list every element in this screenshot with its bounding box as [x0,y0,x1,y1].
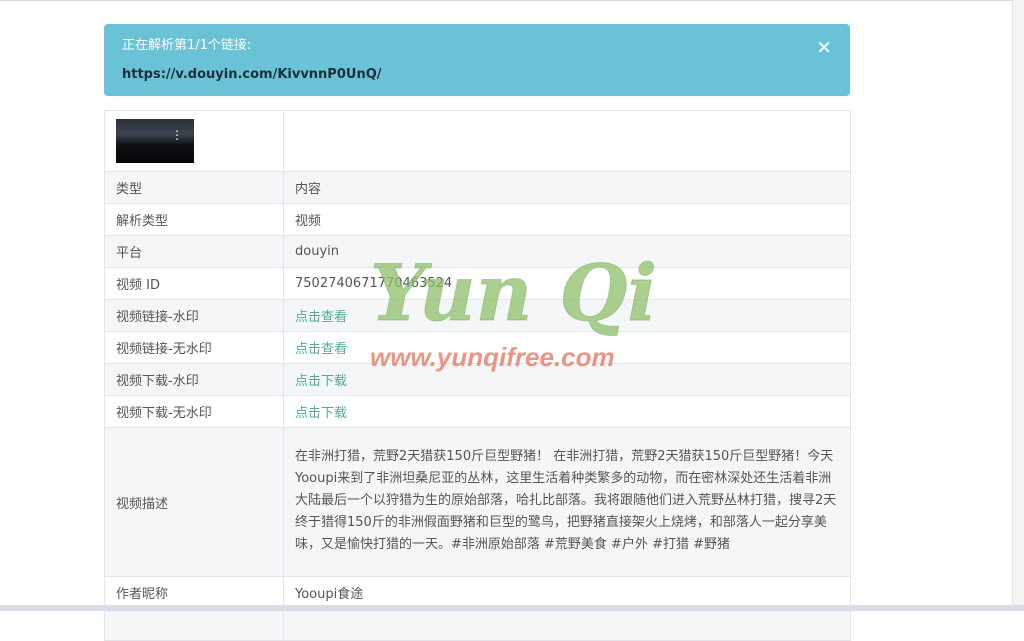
header-key: 类型 [104,171,284,204]
download-no-watermark-link[interactable]: 点击下载 [295,406,347,421]
row-key: 解析类型 [104,203,284,236]
view-no-watermark-link[interactable]: 点击查看 [295,342,347,357]
view-watermark-link[interactable]: 点击查看 [295,310,347,325]
row-value-empty [283,608,851,641]
table-row: 视频链接-无水印 点击查看 [104,331,851,364]
row-value: 点击下载 [283,363,851,396]
scrollbar-track[interactable] [1012,0,1024,611]
row-value: 视频 [283,203,851,236]
row-value: douyin [283,235,851,268]
row-key-empty [104,608,284,641]
row-value: Yooupi食途 [283,576,851,609]
top-rule [0,0,1024,1]
table-row: 解析类型 视频 [104,203,851,236]
table-row-partial [104,608,851,641]
alert-url: https://v.douyin.com/KivvnnP0UnQ/ [122,67,382,82]
bottom-strip [0,605,1024,611]
row-value: 7502740671770463524 [283,267,851,300]
table-header-row: 类型 内容 [104,171,851,204]
table-row: 平台 douyin [104,235,851,268]
parse-status-alert: 正在解析第1/1个链接: https://v.douyin.com/Kivvnn… [104,24,850,96]
video-description: 在非洲打猎，荒野2天猎获150斤巨型野猪！ 在非洲打猎，荒野2天猎获150斤巨型… [283,427,851,577]
row-key: 平台 [104,235,284,268]
row-key: 作者昵称 [104,576,284,609]
description-row: 视频描述 在非洲打猎，荒野2天猎获150斤巨型野猪！ 在非洲打猎，荒野2天猎获1… [104,427,851,577]
thumbnail-empty-cell [283,110,851,172]
table-row: 视频下载-水印 点击下载 [104,363,851,396]
close-icon[interactable]: × [816,38,832,57]
table-row: 作者昵称 Yooupi食途 [104,576,851,609]
table-row: 视频下载-无水印 点击下载 [104,395,851,428]
row-key: 视频链接-无水印 [104,331,284,364]
table-row: 视频 ID 7502740671770463524 [104,267,851,300]
row-value: 点击查看 [283,331,851,364]
alert-title: 正在解析第1/1个链接: [122,38,252,53]
download-watermark-link[interactable]: 点击下载 [295,374,347,389]
row-key: 视频下载-水印 [104,363,284,396]
header-value: 内容 [283,171,851,204]
row-key: 视频描述 [104,427,284,577]
thumbnail-row: ⋮ [104,110,851,172]
thumbnail-cell: ⋮ [104,110,284,172]
result-table: ⋮ 类型 内容 解析类型 视频 平台 douyin 视频 ID 75027406… [104,110,851,641]
row-value: 点击下载 [283,395,851,428]
more-options-icon[interactable]: ⋮ [171,129,183,141]
row-key: 视频下载-无水印 [104,395,284,428]
table-row: 视频链接-水印 点击查看 [104,299,851,332]
row-key: 视频链接-水印 [104,299,284,332]
video-thumbnail[interactable]: ⋮ [116,119,194,163]
row-key: 视频 ID [104,267,284,300]
row-value: 点击查看 [283,299,851,332]
